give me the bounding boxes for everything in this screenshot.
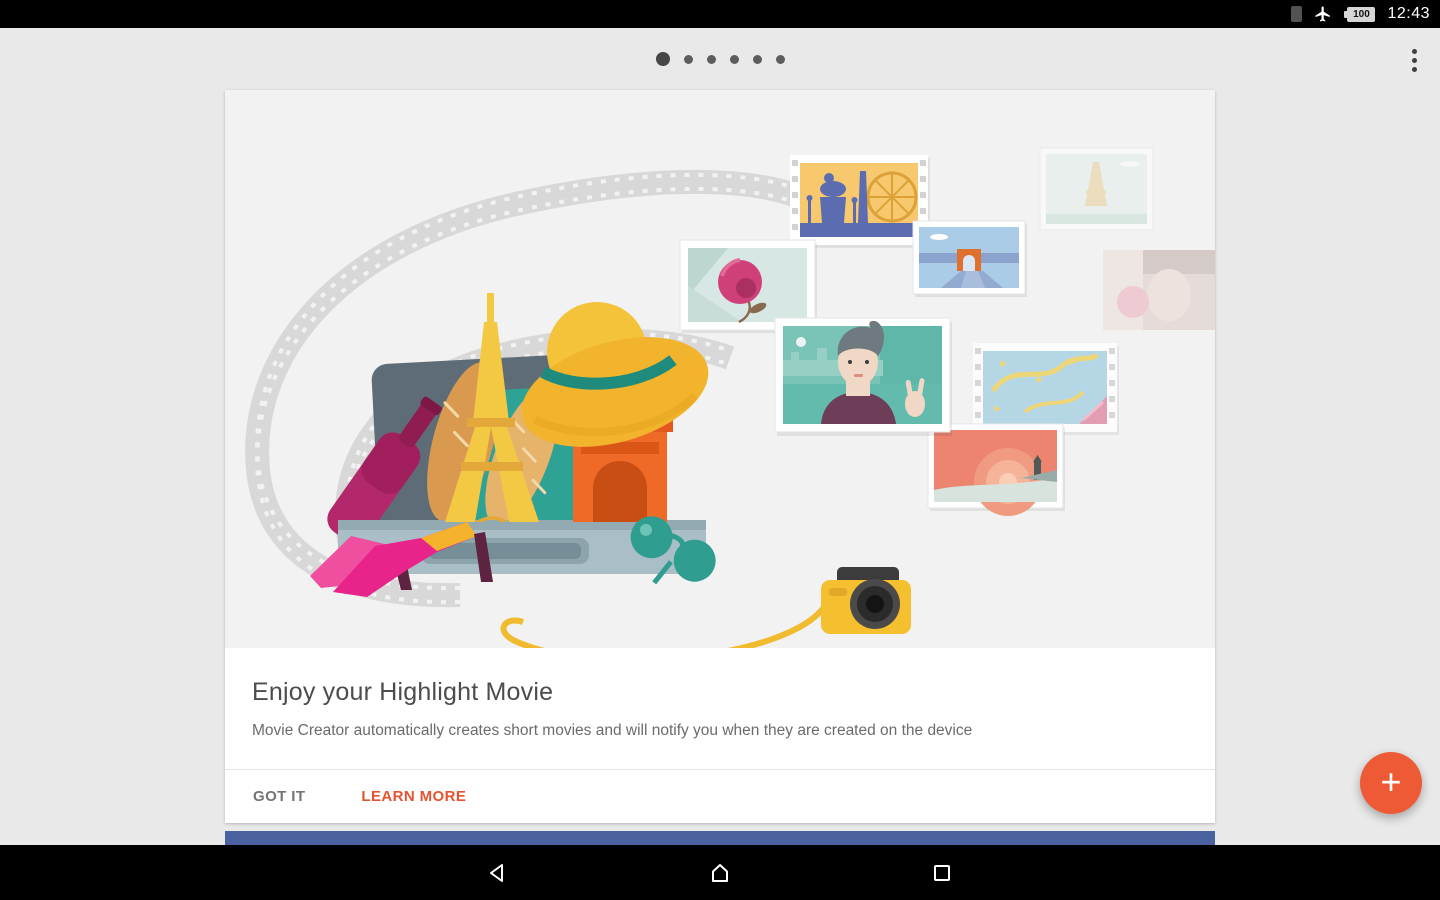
add-fab-button[interactable]: + — [1360, 752, 1422, 814]
overflow-menu-button[interactable] — [1401, 45, 1427, 75]
back-icon — [487, 862, 509, 884]
card-text-section: Enjoy your Highlight Movie Movie Creator… — [225, 648, 1215, 740]
recents-icon — [931, 862, 953, 884]
photo-sunset-beach — [928, 424, 1065, 516]
highlight-movie-card: Enjoy your Highlight Movie Movie Creator… — [225, 90, 1215, 823]
photo-face-faded — [1103, 250, 1215, 330]
plus-icon: + — [1380, 764, 1401, 800]
pager-dots — [0, 44, 1440, 74]
photo-man-peace-sign — [775, 318, 952, 436]
card-description: Movie Creator automatically creates shor… — [252, 722, 1188, 740]
card-title: Enjoy your Highlight Movie — [252, 678, 1188, 707]
battery-level: 100 — [1347, 7, 1375, 22]
pager-dot-4[interactable] — [730, 55, 739, 64]
highlight-movie-illustration — [225, 90, 1215, 648]
vertical-ellipsis-icon — [1412, 67, 1417, 72]
photo-monument-ferris-wheel — [790, 155, 930, 248]
vertical-ellipsis-icon — [1412, 49, 1417, 54]
photo-confetti — [973, 343, 1119, 435]
got-it-button[interactable]: GOT IT — [237, 778, 321, 815]
status-bar: 100 12:43 — [0, 0, 1440, 28]
photo-eiffel-faded — [1040, 148, 1153, 230]
recents-button[interactable] — [870, 845, 1014, 900]
camera-with-strap — [504, 567, 911, 648]
card-illustration — [225, 90, 1215, 648]
home-button[interactable] — [648, 845, 792, 900]
pager-dot-6[interactable] — [776, 55, 785, 64]
pager-dot-2[interactable] — [684, 55, 693, 64]
pager-dot-5[interactable] — [753, 55, 762, 64]
navigation-bar — [0, 845, 1440, 900]
back-button[interactable] — [426, 845, 570, 900]
pager-dot-3[interactable] — [707, 55, 716, 64]
learn-more-button[interactable]: LEARN MORE — [345, 778, 482, 815]
no-sim-icon — [1291, 6, 1302, 22]
airplane-mode-icon — [1314, 5, 1332, 23]
status-clock: 12:43 — [1387, 5, 1430, 23]
battery-icon: 100 — [1344, 7, 1375, 22]
home-icon — [709, 862, 731, 884]
pager-dot-1[interactable] — [656, 52, 670, 66]
photo-arc-landscape — [913, 221, 1027, 297]
next-card-peek[interactable] — [225, 831, 1215, 845]
card-actions-row: GOT IT LEARN MORE — [225, 769, 1215, 823]
vertical-ellipsis-icon — [1412, 58, 1417, 63]
